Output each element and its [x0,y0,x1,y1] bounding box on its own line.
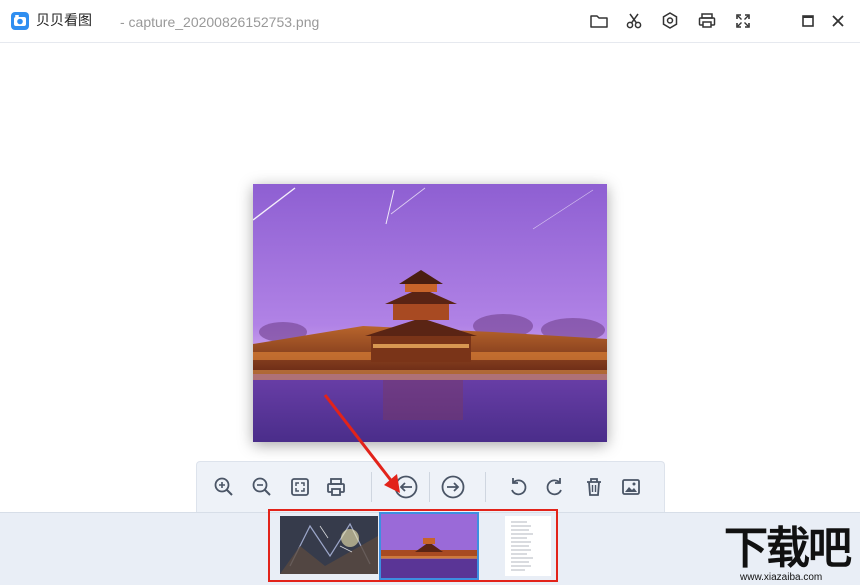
main-photo [252,184,607,442]
file-title: - capture_20200826152753.png [120,14,320,30]
fit-screen-icon[interactable] [287,474,313,500]
next-icon[interactable] [440,474,466,500]
app-logo-icon [10,11,30,31]
settings-icon[interactable] [660,11,680,31]
close-icon[interactable] [828,11,848,31]
toolbar-print-icon[interactable] [323,474,349,500]
toolbar-divider [371,472,372,502]
rotate-right-icon[interactable] [542,474,568,500]
previous-icon[interactable] [393,474,419,500]
app-name: 贝贝看图 [36,13,92,29]
scissors-icon[interactable] [624,11,644,31]
wallpaper-icon[interactable] [618,474,644,500]
watermark-url: www.xiazaiba.com [740,572,823,583]
zoom-out-icon[interactable] [249,474,275,500]
zoom-in-icon[interactable] [211,474,237,500]
maximize-icon[interactable] [798,11,818,31]
delete-icon[interactable] [581,474,607,500]
title-bar: 贝贝看图 - capture_20200826152753.png [0,0,860,43]
image-toolbar [196,461,665,512]
toolbar-divider [429,472,430,502]
folder-icon[interactable] [589,11,609,31]
rotate-left-icon[interactable] [505,474,531,500]
print-icon[interactable] [697,11,717,31]
highlight-box [268,509,558,582]
watermark-text: 下载吧 [724,523,852,574]
toolbar-divider [485,472,486,502]
fullscreen-icon[interactable] [733,11,753,31]
